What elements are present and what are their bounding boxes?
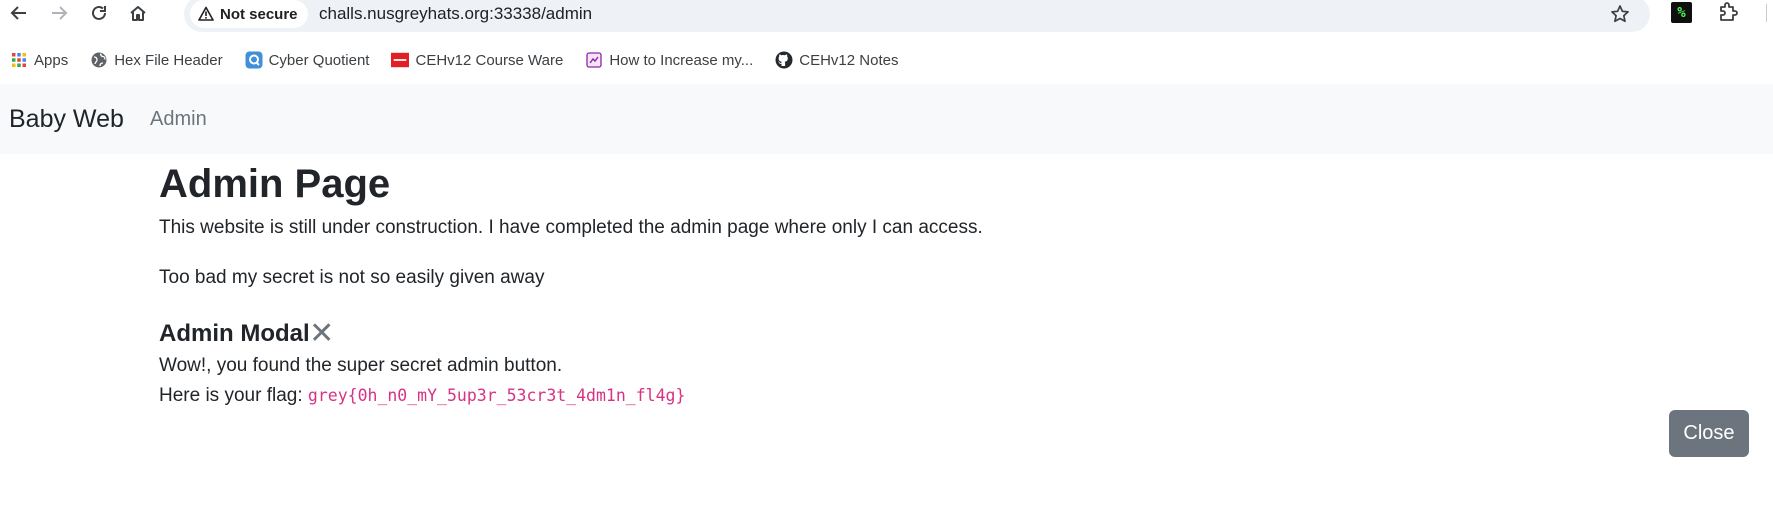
bookmark-how-to-increase[interactable]: How to Increase my... [585,48,753,72]
home-icon [130,6,146,21]
bookmark-hex-file-header[interactable]: Hex File Header [90,48,223,72]
puzzle-icon [1720,2,1738,21]
extension-percent-icon[interactable]: % [1671,2,1692,23]
bookmark-label: Cyber Quotient [268,51,370,69]
bookmark-cyber-quotient[interactable]: Cyber Quotient [245,48,370,72]
cyber-quotient-icon [245,51,263,69]
intro-paragraph: This website is still under construction… [159,217,983,238]
navbar-brand[interactable]: Baby Web [9,84,124,154]
secret-paragraph: Too bad my secret is not so easily given… [159,267,545,288]
back-arrow-icon [10,6,26,20]
site-navbar: Baby Web Admin [0,84,1773,154]
bookmark-cehv12-course-ware[interactable]: CEHv12 Course Ware [391,48,563,72]
github-icon [775,51,793,69]
bookmark-page-icon [585,51,603,69]
flag-prefix: Here is your flag: [159,385,308,406]
bookmark-label: Apps [34,51,69,69]
page-title: Admin Page [159,162,391,206]
nav-link-admin[interactable]: Admin [150,84,207,154]
flag-line: Here is your flag: grey{0h_n0_mY_5up3r_5… [159,383,685,409]
close-x-icon[interactable]: ✕ [309,319,334,349]
profile-divider [1766,4,1773,22]
modal-header: Admin Modal ✕ [159,318,334,350]
apps-grid-icon [10,51,28,69]
flag-code: grey{0h_n0_mY_5up3r_53cr3t_4dm1n_fl4g} [307,386,686,405]
security-chip[interactable]: Not secure [190,0,308,28]
back-button[interactable] [5,0,33,26]
address-bar[interactable]: Not secure challs.nusgreyhats.org:33338/… [184,0,1650,32]
forward-button[interactable] [45,0,73,26]
reload-button[interactable] [85,0,113,26]
reload-icon [92,5,106,20]
bookmark-label: Hex File Header [114,51,223,69]
bookmark-apps[interactable]: Apps [10,48,68,72]
home-button[interactable] [124,0,152,26]
extensions-button[interactable] [1717,1,1739,28]
bookmark-star-button[interactable] [1610,0,1630,32]
browser-toolbar: Not secure challs.nusgreyhats.org:33338/… [0,0,1773,32]
forward-arrow-icon [52,6,68,20]
star-icon [1611,5,1629,23]
close-button[interactable]: Close [1669,410,1749,457]
warning-triangle-icon [198,6,214,21]
bookmark-label: How to Increase my... [609,51,754,69]
bookmarks-bar: Apps Hex File Header Cyber Quotient CEHv… [0,44,1773,76]
url-text[interactable]: challs.nusgreyhats.org:33338/admin [319,0,592,32]
bookmark-cehv12-notes[interactable]: CEHv12 Notes [775,48,898,72]
bookmark-label: CEHv12 Course Ware [415,51,564,69]
bookmark-label: CEHv12 Notes [799,51,899,69]
modal-title: Admin Modal [159,320,310,347]
modal-message: Wow!, you found the super secret admin b… [159,355,563,376]
globe-icon [90,51,108,69]
ec-council-icon [391,51,410,69]
security-label: Not secure [220,5,298,23]
